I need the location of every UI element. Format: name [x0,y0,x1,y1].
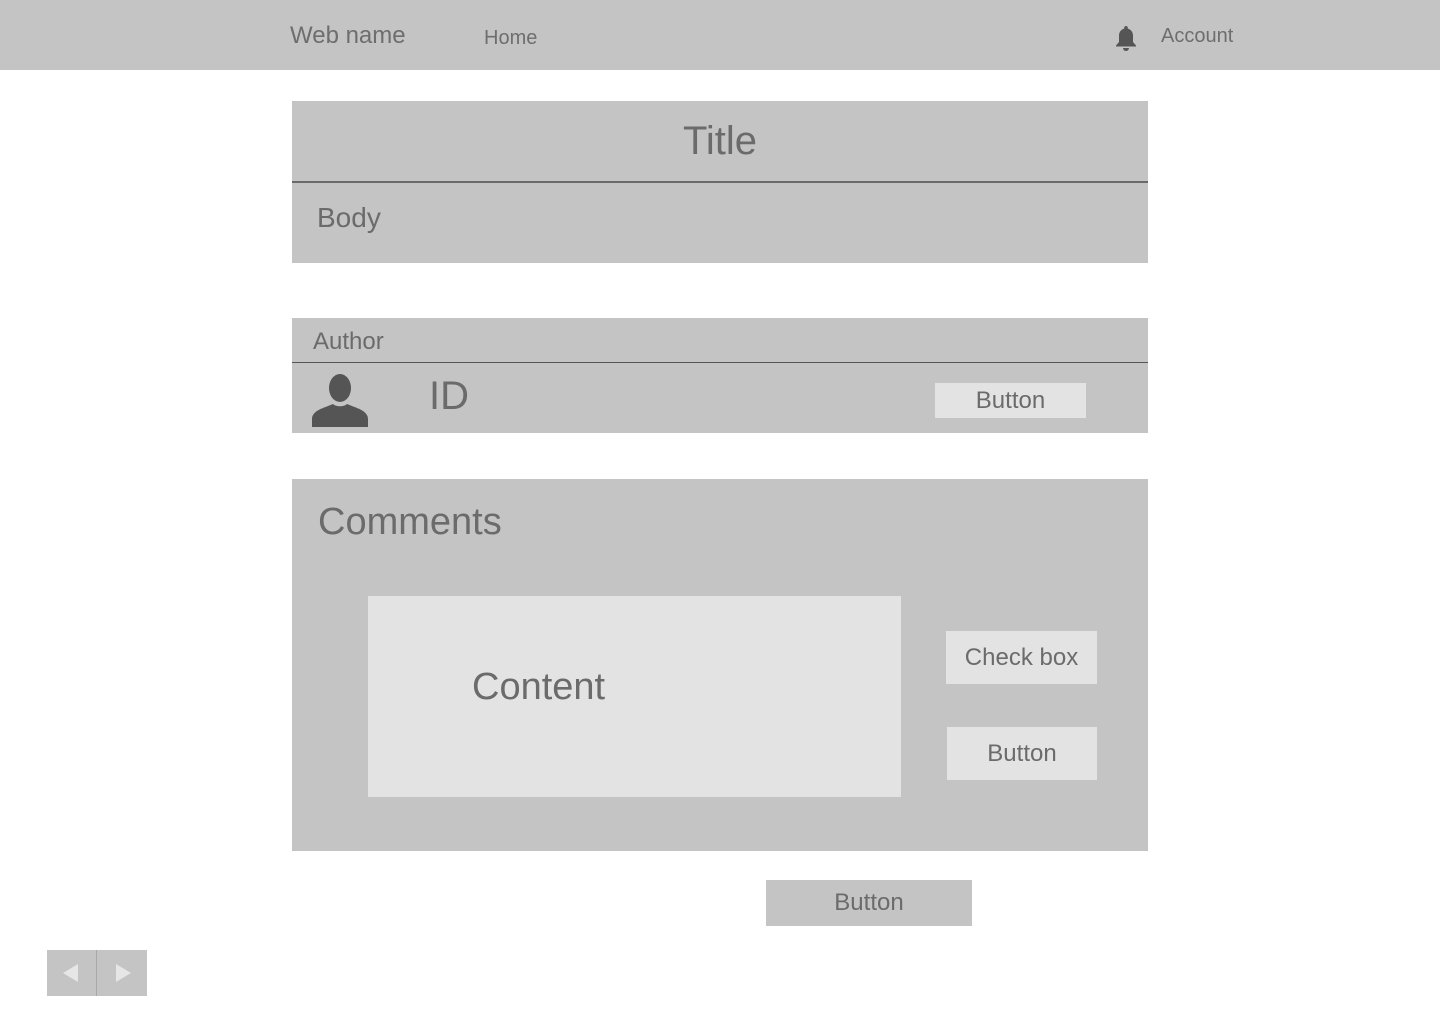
author-label: Author [313,328,384,355]
pager [47,950,147,996]
bell-icon[interactable] [1113,24,1139,52]
author-id: ID [429,374,469,418]
nav-home-link[interactable]: Home [484,27,537,50]
comment-content-box: Content [368,596,901,797]
top-navbar: Web name Home Account [0,0,1440,70]
account-link[interactable]: Account [1161,25,1233,48]
comment-content-text: Content [472,666,606,708]
author-action-button[interactable]: Button [935,383,1086,418]
comment-action-button[interactable]: Button [947,727,1097,780]
post-divider [292,181,1148,183]
comments-card: Comments Content Check box Button [292,479,1148,851]
post-body: Body [317,202,381,233]
post-card: Title Body [292,101,1148,263]
user-silhouette-icon [312,371,368,427]
footer-button[interactable]: Button [766,880,972,926]
next-page-button[interactable] [97,950,147,996]
author-card: Author ID Button [292,318,1148,433]
post-title: Title [682,119,758,163]
site-name[interactable]: Web name [290,22,406,50]
comment-checkbox[interactable]: Check box [946,631,1097,684]
comments-title: Comments [318,501,502,543]
prev-page-button[interactable] [47,950,96,996]
arrow-left-icon [63,964,78,982]
author-divider [292,362,1148,363]
arrow-right-icon [116,964,131,982]
